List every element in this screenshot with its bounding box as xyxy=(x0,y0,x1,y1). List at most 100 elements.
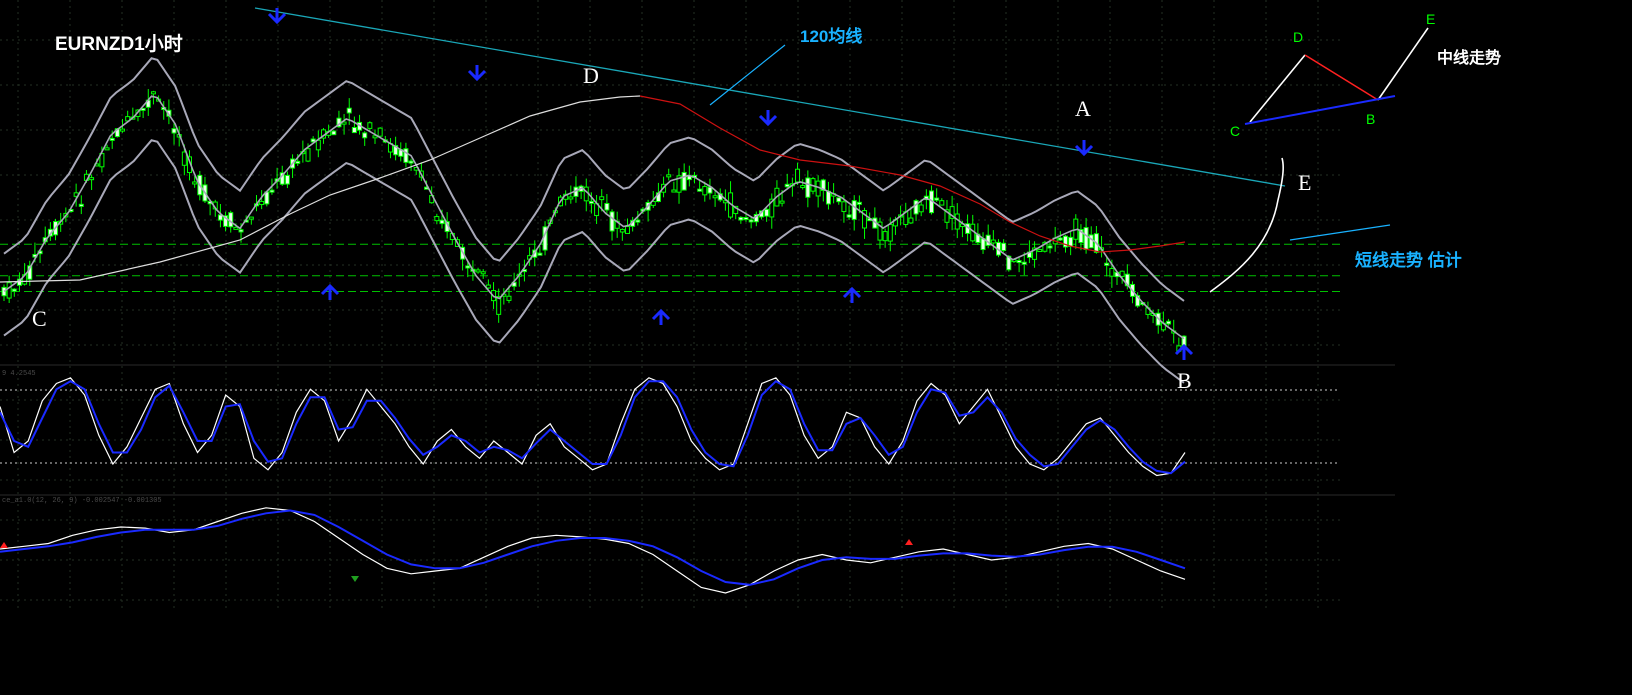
candle-body xyxy=(465,265,471,269)
candle-body xyxy=(1083,227,1089,250)
candle-body xyxy=(475,269,481,273)
candle-body xyxy=(882,231,888,242)
candle-body xyxy=(635,219,641,223)
candle-body xyxy=(805,177,811,198)
candle-body xyxy=(259,200,265,206)
short-term-label: 短线走势 估计 xyxy=(1355,250,1462,270)
forex-chart: EURNZD1小时 120均线 短线走势 估计 中线走势 D A C B E D… xyxy=(0,0,1632,695)
candle-body xyxy=(506,295,512,301)
macd-header: ce_a1.0(12, 26, 9) -0.002547 -0.001305 xyxy=(2,497,162,505)
candle-body xyxy=(331,130,337,136)
candle-body xyxy=(841,201,847,213)
small-red-arrow-icon xyxy=(905,539,913,545)
candle-body xyxy=(367,122,373,129)
candle-body xyxy=(990,239,996,244)
candle-body xyxy=(934,197,940,201)
midterm-leg-d-b xyxy=(1304,54,1379,101)
candle-body xyxy=(846,214,852,218)
candle-body xyxy=(496,296,502,315)
candle-body xyxy=(609,211,615,232)
up-arrow-icon xyxy=(320,283,340,300)
candle-body xyxy=(537,252,543,256)
mid-term-label: 中线走势 xyxy=(1437,48,1501,67)
candle-body xyxy=(238,229,244,233)
candle-body xyxy=(6,282,12,299)
point-c-label: C xyxy=(32,306,47,331)
candle-body xyxy=(346,107,352,114)
candle-body xyxy=(1021,261,1027,265)
candle-body xyxy=(851,200,857,220)
up-arrow-icon xyxy=(651,308,671,325)
point-e-label: E xyxy=(1298,170,1311,195)
candle-body xyxy=(599,196,605,201)
midterm-point-e-label: E xyxy=(1426,11,1435,27)
midterm-point-d-label: D xyxy=(1293,29,1303,45)
candle-body xyxy=(434,216,440,222)
candle-body xyxy=(11,288,17,292)
candle-body xyxy=(362,132,368,139)
candle-body xyxy=(150,91,156,95)
candle-body xyxy=(305,148,311,162)
candle-body xyxy=(269,189,275,193)
candle-body xyxy=(624,226,630,234)
candle-body xyxy=(109,137,115,141)
candle-body xyxy=(604,202,610,211)
candle-body xyxy=(836,197,842,203)
candle-body xyxy=(1119,270,1125,277)
candle-body xyxy=(568,196,574,200)
candle-body xyxy=(671,189,677,193)
candle-body xyxy=(1088,234,1094,249)
candle-body xyxy=(856,201,862,205)
small-green-arrow-icon xyxy=(351,576,359,582)
candle-body xyxy=(1109,268,1115,277)
candle-body xyxy=(697,188,703,192)
short-term-annotation-line xyxy=(1289,224,1391,241)
candle-body xyxy=(707,186,713,194)
candle-body xyxy=(795,168,801,183)
candle-body xyxy=(480,271,486,275)
stochastic-header: 9 4.2545 xyxy=(2,370,36,378)
candle-body xyxy=(825,190,831,205)
candle-body xyxy=(743,217,749,221)
projected-short-term-curve xyxy=(1209,157,1284,293)
candle-body xyxy=(351,126,357,134)
candle-body xyxy=(1166,320,1172,325)
down-arrow-icon xyxy=(758,110,778,127)
macd-main-line xyxy=(0,507,1186,594)
candle-body xyxy=(120,128,126,132)
candle-body xyxy=(764,208,770,217)
candle-body xyxy=(181,151,187,166)
chart-title: EURNZD1小时 xyxy=(55,33,183,55)
midterm-leg-c-d xyxy=(1249,54,1306,123)
candle-body xyxy=(171,128,177,134)
candle-body xyxy=(1,286,7,297)
candle-body xyxy=(666,174,672,178)
candle-body xyxy=(583,186,589,202)
ma120-label: 120均线 xyxy=(800,26,862,46)
down-arrow-icon xyxy=(267,8,287,25)
midterm-point-b-label: B xyxy=(1366,111,1375,127)
candle-body xyxy=(738,216,744,221)
candle-body xyxy=(800,185,806,189)
macd-signal-line xyxy=(0,509,1186,586)
candle-body xyxy=(248,216,254,220)
candle-body xyxy=(403,148,409,163)
candle-body xyxy=(192,181,198,185)
ma120-line xyxy=(639,95,1186,253)
candle-body xyxy=(588,200,594,204)
candle-body xyxy=(408,160,414,164)
point-b-label: B xyxy=(1177,368,1192,393)
candle-body xyxy=(887,223,893,242)
stochastic-signal-line xyxy=(0,379,1186,475)
candle-body xyxy=(939,200,945,206)
candle-body xyxy=(1047,245,1053,249)
candle-body xyxy=(784,183,790,188)
descending-trendline xyxy=(254,7,1286,187)
midterm-leg-b-e xyxy=(1377,27,1429,101)
candle-body xyxy=(712,195,718,199)
candle-body xyxy=(619,228,625,233)
chart-canvas: EURNZD1小时 120均线 短线走势 估计 中线走势 D A C B E D… xyxy=(0,0,1501,610)
candle-body xyxy=(315,139,321,151)
candle-body xyxy=(439,219,445,225)
candle-body xyxy=(1001,242,1007,252)
